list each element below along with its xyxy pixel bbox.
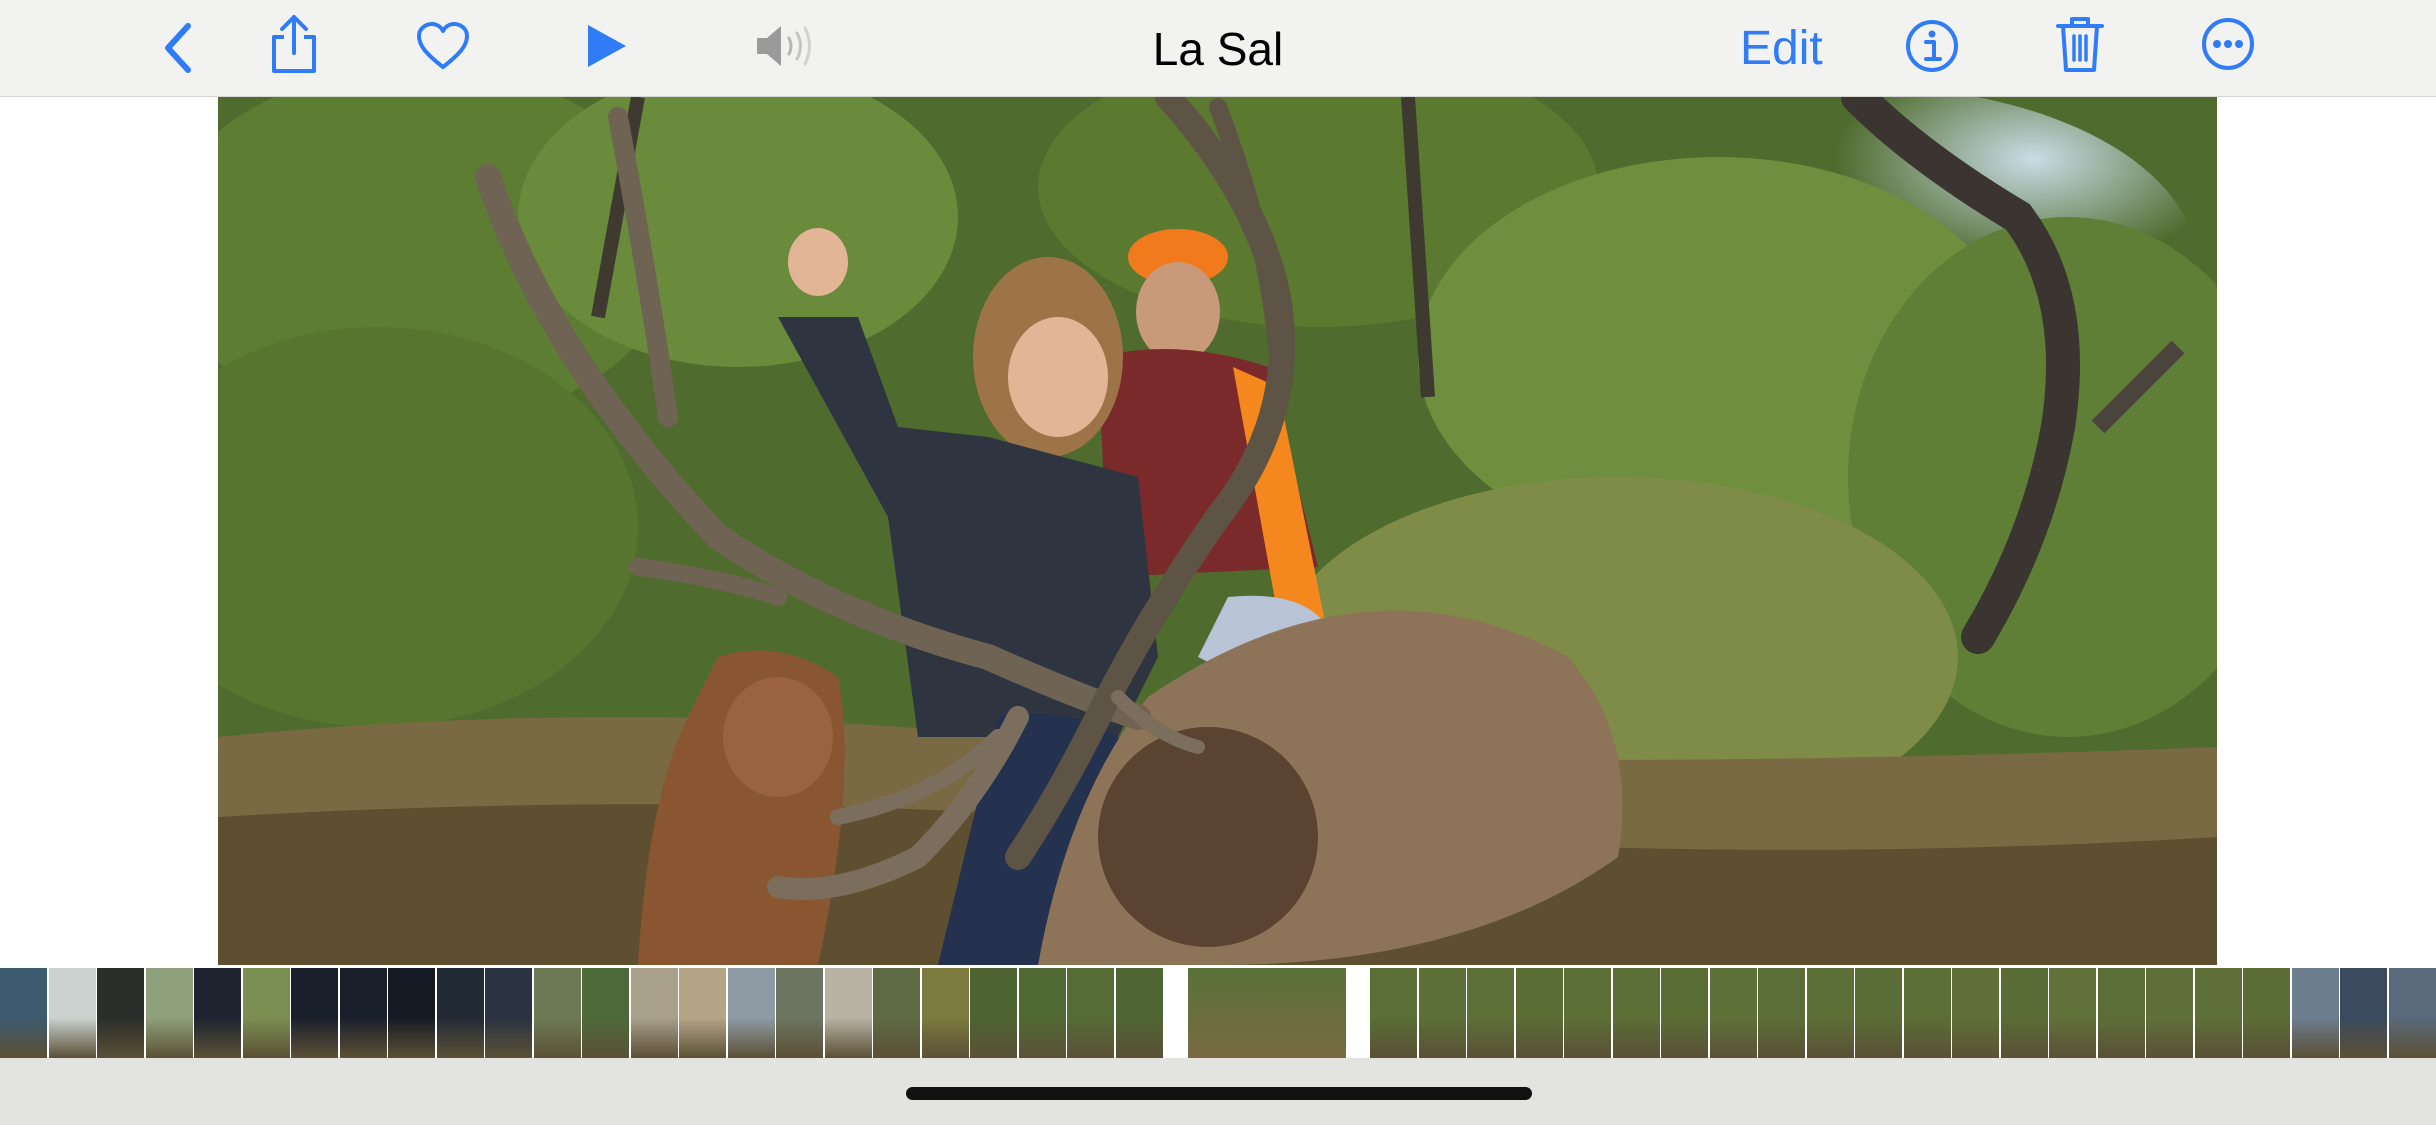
filmstrip-thumb[interactable] [1370,968,1417,1058]
filmstrip-thumb[interactable] [1758,968,1805,1058]
delete-button[interactable] [2050,12,2110,76]
photos-viewer: La Sal Edit [0,0,2436,1125]
filmstrip-thumb[interactable] [2000,968,2048,1058]
filmstrip-thumb[interactable] [1515,968,1563,1058]
filmstrip-thumb[interactable] [1952,968,1999,1058]
filmstrip-thumb[interactable] [873,968,920,1058]
filmstrip-thumb[interactable] [0,968,47,1058]
back-button[interactable] [148,18,208,78]
filmstrip-thumb[interactable] [291,968,338,1058]
filmstrip-thumb[interactable] [1564,968,1611,1058]
filmstrip-thumb[interactable] [242,968,290,1058]
filmstrip-thumb[interactable] [2340,968,2387,1058]
edit-button[interactable]: Edit [1740,14,1823,84]
play-button[interactable] [576,16,636,76]
favorite-button[interactable] [410,16,476,76]
trash-icon [2056,17,2104,72]
sound-button[interactable] [752,16,816,76]
filmstrip-thumb[interactable] [1467,968,1514,1058]
main-photo[interactable] [218,97,2217,965]
filmstrip-thumb[interactable] [339,968,387,1058]
filmstrip-thumb[interactable] [533,968,581,1058]
filmstrip-thumb[interactable] [1067,968,1114,1058]
share-icon [272,15,316,73]
filmstrip-thumb[interactable] [1612,968,1660,1058]
filmstrip-thumb[interactable] [679,968,726,1058]
filmstrip-thumb[interactable] [824,968,872,1058]
filmstrip-thumb[interactable] [388,968,435,1058]
bottom-bar [0,1058,2436,1125]
filmstrip-thumb[interactable] [436,968,484,1058]
play-icon [588,25,626,67]
filmstrip-thumb[interactable] [582,968,629,1058]
elk-hunt-photo-illustration [218,97,2217,965]
filmstrip-thumb[interactable] [1806,968,1854,1058]
filmstrip-thumb[interactable] [1903,968,1951,1058]
filmstrip-thumb[interactable] [48,968,96,1058]
more-button[interactable] [2196,12,2260,76]
info-icon [1906,20,1958,72]
filmstrip-thumb[interactable] [921,968,969,1058]
filmstrip-thumb[interactable] [2049,968,2096,1058]
filmstrip-thumb[interactable] [1709,968,1757,1058]
filmstrip-thumb[interactable] [727,968,775,1058]
filmstrip-thumb[interactable] [1855,968,1902,1058]
filmstrip-thumb-selected[interactable] [1188,968,1346,1058]
filmstrip-thumb[interactable] [2291,968,2339,1058]
filmstrip-thumb[interactable] [970,968,1017,1058]
filmstrip-thumb[interactable] [2388,968,2436,1058]
filmstrip-thumb[interactable] [2146,968,2193,1058]
info-button[interactable] [1902,14,1962,78]
filmstrip[interactable] [0,968,2436,1058]
filmstrip-thumb[interactable] [97,968,144,1058]
filmstrip-thumb[interactable] [630,968,678,1058]
top-toolbar: La Sal Edit [0,0,2436,97]
filmstrip-thumb[interactable] [776,968,823,1058]
filmstrip-thumb[interactable] [1661,968,1708,1058]
filmstrip-thumb[interactable] [1115,968,1163,1058]
share-button[interactable] [262,12,326,76]
filmstrip-thumb[interactable] [194,968,241,1058]
chevron-left-icon [165,23,191,73]
home-indicator[interactable] [906,1087,1532,1100]
filmstrip-thumb[interactable] [145,968,193,1058]
speaker-muted-icon [757,26,811,66]
filmstrip-thumb[interactable] [2243,968,2290,1058]
filmstrip-thumb[interactable] [1018,968,1066,1058]
ellipsis-icon [2202,18,2254,70]
filmstrip-thumb[interactable] [485,968,532,1058]
photo-viewport[interactable] [0,97,2436,965]
filmstrip-thumb[interactable] [1418,968,1466,1058]
heart-icon [417,22,469,69]
filmstrip-thumb[interactable] [2194,968,2242,1058]
filmstrip-thumb[interactable] [2097,968,2145,1058]
page-title: La Sal [1152,23,1284,75]
